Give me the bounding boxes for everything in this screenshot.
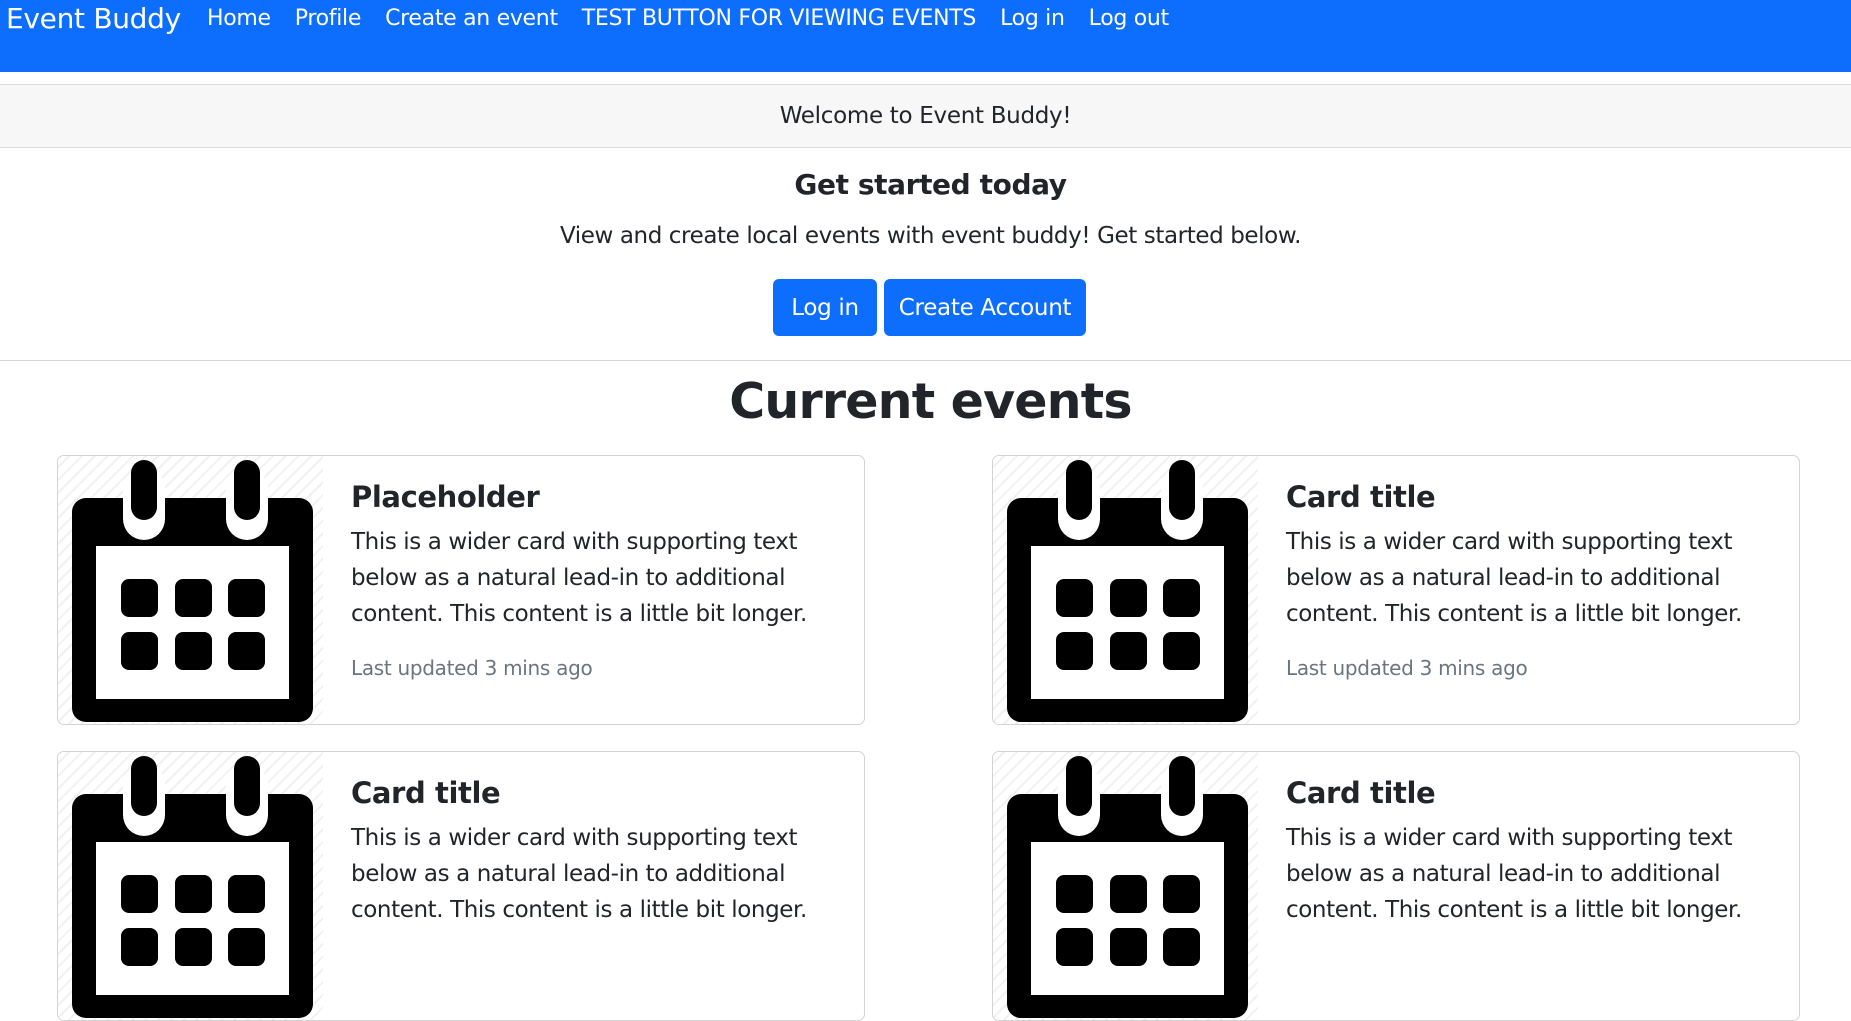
calendar-icon xyxy=(1007,756,1248,1018)
calendar-icon xyxy=(72,460,313,722)
hero-title: Get started today xyxy=(794,168,1067,201)
nav-link-create-event[interactable]: Create an event xyxy=(385,6,558,31)
welcome-banner: Welcome to Event Buddy! xyxy=(0,84,1851,148)
card-last-updated: Last updated 3 mins ago xyxy=(351,656,593,680)
create-account-button[interactable]: Create Account xyxy=(884,279,1086,336)
event-card[interactable]: Card title This is a wider card with sup… xyxy=(992,751,1800,1021)
event-card[interactable]: Card title This is a wider card with sup… xyxy=(992,455,1800,725)
nav-link-log-out[interactable]: Log out xyxy=(1089,6,1170,31)
card-text: This is a wider card with supporting tex… xyxy=(1286,529,1742,627)
nav-link-log-in[interactable]: Log in xyxy=(1000,6,1065,31)
nav-link-profile[interactable]: Profile xyxy=(295,6,362,31)
hero-buttons: Log in Create Account xyxy=(773,279,1086,336)
nav-link-test-view-events[interactable]: TEST BUTTON FOR VIEWING EVENTS xyxy=(582,6,977,31)
card-title: Card title xyxy=(1286,480,1436,514)
card-image xyxy=(993,456,1258,724)
card-image xyxy=(58,752,323,1020)
card-last-updated: Last updated 3 mins ago xyxy=(1286,656,1528,680)
events-heading: Current events xyxy=(729,373,1132,430)
event-card[interactable]: Placeholder This is a wider card with su… xyxy=(57,455,865,725)
card-image xyxy=(58,456,323,724)
hero-text: View and create local events with event … xyxy=(559,223,1302,249)
card-title: Placeholder xyxy=(351,480,540,514)
calendar-icon xyxy=(1007,460,1248,722)
nav-links: Home Profile Create an event TEST BUTTON… xyxy=(207,6,1193,31)
card-title: Card title xyxy=(351,776,501,810)
card-title: Card title xyxy=(1286,776,1436,810)
navbar: Event Buddy Home Profile Create an event… xyxy=(0,0,1851,72)
calendar-icon xyxy=(72,756,313,1018)
card-text: This is a wider card with supporting tex… xyxy=(1286,825,1742,923)
log-in-button[interactable]: Log in xyxy=(773,279,877,336)
nav-link-home[interactable]: Home xyxy=(207,6,271,31)
card-text: This is a wider card with supporting tex… xyxy=(351,825,807,923)
brand-link[interactable]: Event Buddy xyxy=(6,2,181,35)
section-divider xyxy=(0,360,1851,361)
event-card[interactable]: Card title This is a wider card with sup… xyxy=(57,751,865,1021)
card-image xyxy=(993,752,1258,1020)
card-text: This is a wider card with supporting tex… xyxy=(351,529,807,627)
